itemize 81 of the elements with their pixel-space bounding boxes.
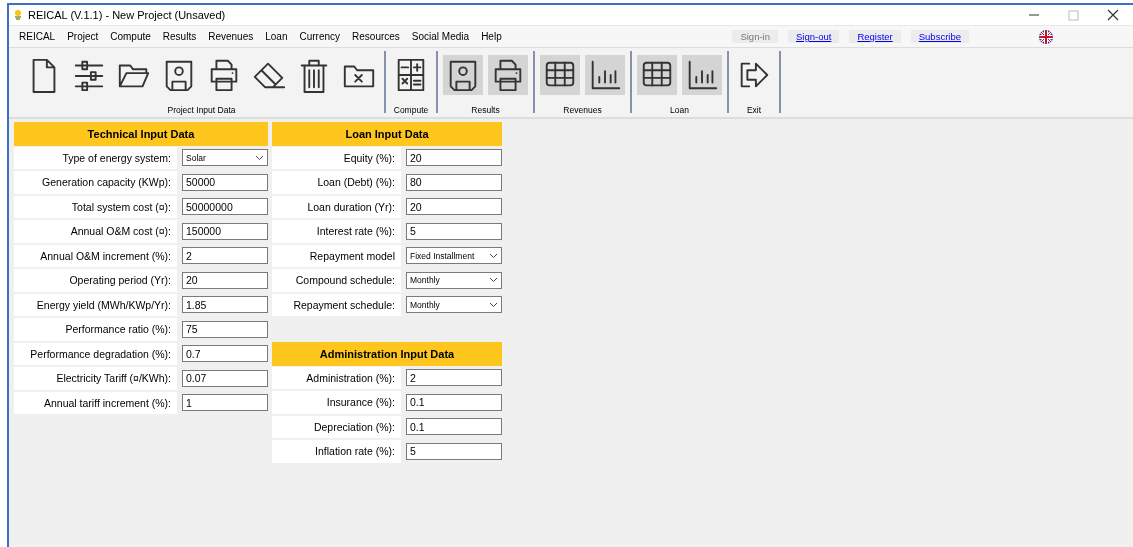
field-label: Loan (Debt) (%): <box>272 171 401 194</box>
chevron-icon <box>255 154 264 161</box>
input-field[interactable]: 20 <box>406 149 502 167</box>
input-field[interactable]: 20 <box>182 271 268 289</box>
input-field[interactable]: 20 <box>406 198 502 216</box>
toolbar-group-label: Compute <box>393 105 429 115</box>
toolbar-group-label: Exit <box>746 105 762 115</box>
field-label: Generation capacity (KWp): <box>14 171 177 194</box>
field-label: Performance ratio (%): <box>14 318 177 341</box>
field-label: Interest rate (%): <box>272 220 401 243</box>
field-label: Type of energy system: <box>14 146 177 169</box>
table-button[interactable] <box>540 55 580 95</box>
toolbar-group-label: Loan <box>670 105 689 115</box>
menu-item[interactable]: Help <box>475 31 508 42</box>
input-field[interactable]: 150000 <box>182 222 268 240</box>
chevron-icon <box>489 252 498 259</box>
input-field[interactable]: 2 <box>406 369 502 387</box>
field-label: Equity (%): <box>272 146 401 169</box>
field-label: Annual O&M cost (¤): <box>14 220 177 243</box>
field-label: Inflation rate (%): <box>272 440 401 463</box>
menu-item[interactable]: Resources <box>346 31 406 42</box>
app-logo-icon <box>13 9 23 21</box>
field-label: Administration (%): <box>272 366 401 389</box>
menu-item[interactable]: Compute <box>104 31 157 42</box>
field-label: Insurance (%): <box>272 391 401 414</box>
panel-header: Loan Input Data <box>272 122 502 146</box>
input-field[interactable]: 50000000 <box>182 198 268 216</box>
dropdown[interactable]: Solar <box>182 149 268 167</box>
toolbar-group-label: Revenues <box>563 105 602 115</box>
dropdown[interactable]: Fixed Installment <box>406 247 502 265</box>
input-field[interactable]: 0.7 <box>182 345 268 363</box>
input-field[interactable]: 75 <box>182 320 268 338</box>
input-field[interactable]: 1 <box>182 394 268 412</box>
input-field[interactable]: 80 <box>406 173 502 191</box>
field-label: Compound schedule: <box>272 269 401 292</box>
input-field[interactable]: 0.1 <box>406 418 502 436</box>
menu-item[interactable]: Loan <box>259 31 294 42</box>
field-label: Total system cost (¤): <box>14 195 177 218</box>
bar-chart-button[interactable] <box>682 55 722 95</box>
close-icon <box>1107 9 1119 21</box>
input-field[interactable]: 1.85 <box>182 296 268 314</box>
dropdown[interactable]: Monthly <box>406 296 502 314</box>
panel-header: Administration Input Data <box>272 342 502 366</box>
chevron-icon <box>489 301 498 308</box>
chevron-icon <box>489 277 498 284</box>
account-link[interactable]: Register <box>849 30 901 43</box>
field-label: Repayment model <box>272 244 401 267</box>
toolbar-group-label: Results <box>471 105 500 115</box>
field-label: Loan duration (Yr): <box>272 195 401 218</box>
field-label: Repayment schedule: <box>272 293 401 316</box>
menu-item[interactable]: Social Media <box>405 31 476 42</box>
menu-item[interactable]: REICAL <box>9 31 62 42</box>
input-field[interactable]: 50000 <box>182 173 268 191</box>
field-label: Electricity Tariff (¤/KWh): <box>14 367 177 390</box>
input-field[interactable]: 5 <box>406 442 502 460</box>
field-label: Depreciation (%): <box>272 415 401 438</box>
input-field[interactable]: 0.1 <box>406 393 502 411</box>
window-title: REICAL (V.1.1) - New Project (Unsaved) <box>28 9 226 21</box>
menu-item[interactable]: Revenues <box>202 31 260 42</box>
toolbar-group-label: Project Input Data <box>167 105 236 115</box>
menu-item[interactable]: Results <box>156 31 203 42</box>
account-link[interactable]: Sign-out <box>788 30 840 43</box>
floppy-disk-button[interactable] <box>443 55 483 95</box>
field-label: Operating period (Yr): <box>14 269 177 292</box>
panel-header: Technical Input Data <box>14 122 268 146</box>
field-label: Annual tariff increment (%): <box>14 391 177 414</box>
flag-icon <box>1039 29 1053 44</box>
dropdown[interactable]: Monthly <box>406 271 502 289</box>
bar-chart-button[interactable] <box>585 55 625 95</box>
menu-item[interactable]: Currency <box>293 31 347 42</box>
printer-button[interactable] <box>488 55 528 95</box>
input-field[interactable]: 5 <box>406 222 502 240</box>
account-link[interactable]: Subscribe <box>910 30 969 43</box>
maximize-icon <box>1068 9 1079 21</box>
field-label: Annual O&M increment (%): <box>14 244 177 267</box>
field-label: Energy yield (MWh/KWp/Yr): <box>14 293 177 316</box>
input-field[interactable]: 0.07 <box>182 369 268 387</box>
menu-item[interactable]: Project <box>61 31 105 42</box>
table-button[interactable] <box>637 55 677 95</box>
input-field[interactable]: 2 <box>182 247 268 265</box>
field-label: Performance degradation (%): <box>14 342 177 365</box>
